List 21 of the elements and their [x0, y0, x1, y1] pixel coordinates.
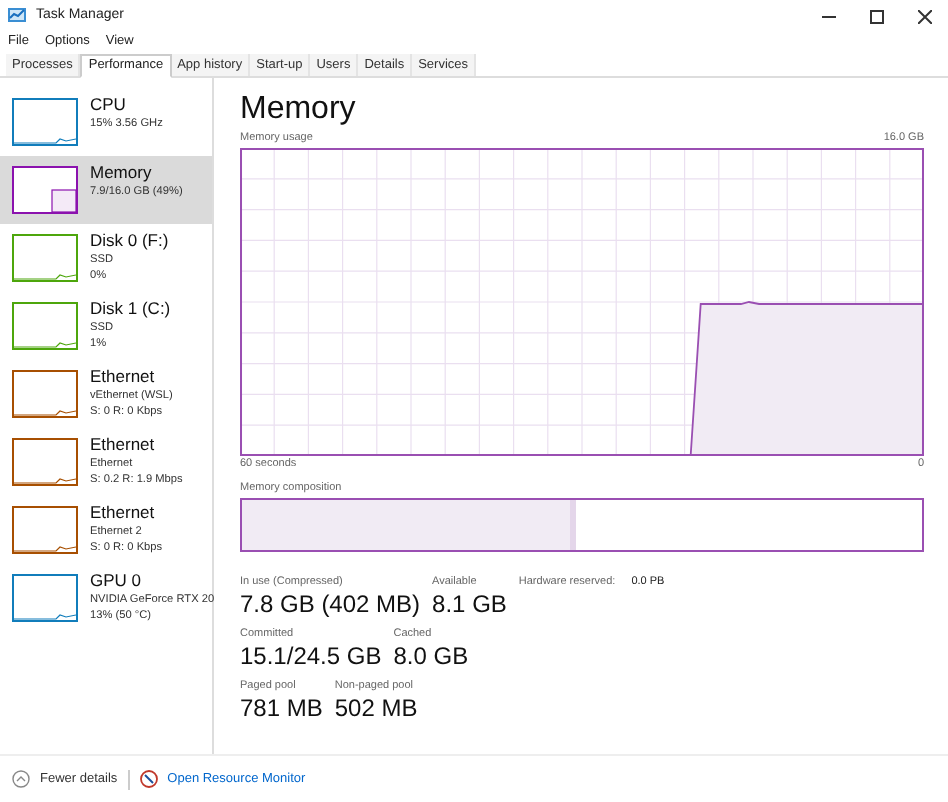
stat-value: 7.8 GB (402 MB) — [240, 589, 421, 620]
sidebar-item-title: Disk 0 (F:) — [90, 232, 169, 252]
stat-value: 781 MB — [240, 693, 323, 724]
stat-value: 8.1 GB — [432, 589, 507, 620]
sidebar-item-title: CPU — [90, 96, 128, 116]
resource-monitor-icon — [139, 770, 158, 788]
sidebar-item-title: Ethernet — [90, 368, 157, 388]
sidebar-item-title: Disk 1 (C:) — [90, 300, 171, 320]
stat-value: 502 MB — [334, 693, 418, 724]
maximize-icon — [869, 9, 883, 23]
minimize-icon — [821, 15, 835, 17]
app-icon — [8, 8, 26, 24]
sidebar-item-title: Memory — [90, 164, 154, 184]
sidebar-item-title: Ethernet — [90, 504, 157, 524]
sidebar-item-title: Ethernet — [90, 436, 157, 456]
section-title: Memory — [240, 92, 358, 128]
stat-value: 8.0 GB — [393, 641, 469, 672]
close-icon — [917, 9, 931, 23]
chevron-up-icon[interactable] — [12, 770, 30, 788]
sidebar-item-title: GPU 0 — [90, 572, 144, 592]
stat-value: 15.1/24.5 GB — [240, 641, 382, 672]
